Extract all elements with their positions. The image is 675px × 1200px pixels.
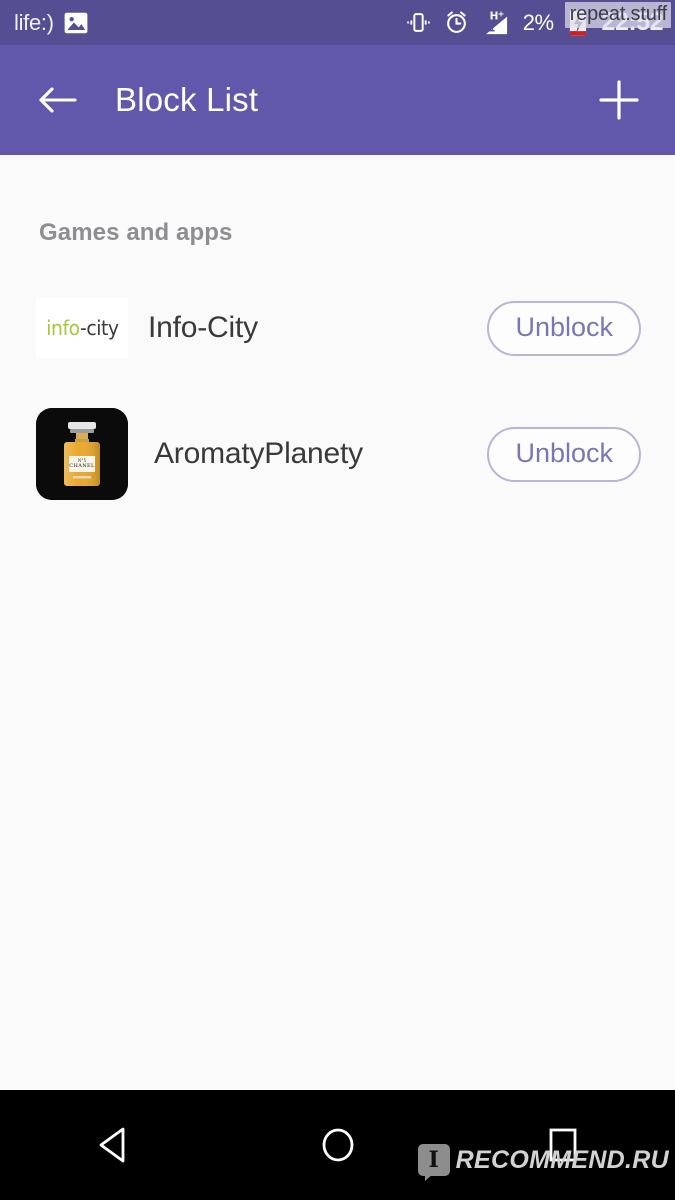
logo-text-separator: -: [79, 316, 87, 340]
page-title: Block List: [115, 81, 259, 118]
signal-hplus-icon: H +: [482, 9, 510, 37]
image-icon: [63, 10, 89, 36]
list-item[interactable]: info-city Info-City Unblock: [0, 281, 675, 375]
carrier-label: life:): [14, 9, 54, 35]
logo-text-secondary: city: [85, 316, 119, 340]
phone-screen: life:) H + 2% repeat.stuff Block List Ga…: [0, 0, 675, 1200]
svg-text:CHANEL: CHANEL: [69, 463, 95, 469]
unblock-button[interactable]: Unblock: [487, 426, 641, 482]
nav-home-circle-icon[interactable]: [225, 1090, 450, 1200]
android-navigation-bar: I RECOMMEND.RU: [0, 1090, 675, 1200]
status-bar: life:) H + 2% repeat.stuff: [0, 0, 675, 45]
unblock-button[interactable]: Unblock: [487, 300, 641, 356]
app-name-label: Info-City: [148, 311, 258, 344]
app-bar: Block List: [0, 45, 675, 159]
back-arrow-icon[interactable]: [30, 73, 84, 127]
app-name-label: AromatyPlanety: [154, 437, 363, 470]
repeat-stuff-watermark: repeat.stuff: [564, 2, 671, 28]
status-bar-left: life:): [14, 10, 89, 36]
logo-text-primary: info: [45, 316, 80, 340]
list-item[interactable]: N°5 CHANEL AromatyPlanety Unblock: [0, 405, 675, 503]
section-header-games-and-apps: Games and apps: [39, 219, 233, 246]
content-area: Games and apps info-city Info-City Unblo…: [0, 155, 675, 1090]
alarm-icon: [444, 10, 469, 35]
battery-percent-label: 2%: [522, 9, 554, 35]
info-city-logo-icon: info-city: [36, 298, 128, 358]
aromatyplanety-perfume-icon: N°5 CHANEL: [36, 408, 128, 500]
nav-recents-square-icon[interactable]: [450, 1090, 675, 1200]
blocked-apps-list: info-city Info-City Unblock N°5 CHANEL A…: [0, 281, 675, 503]
plus-icon[interactable]: [591, 72, 647, 128]
nav-back-triangle-icon[interactable]: [0, 1090, 225, 1200]
svg-text:+: +: [497, 9, 504, 19]
vibrate-icon: [406, 10, 431, 35]
